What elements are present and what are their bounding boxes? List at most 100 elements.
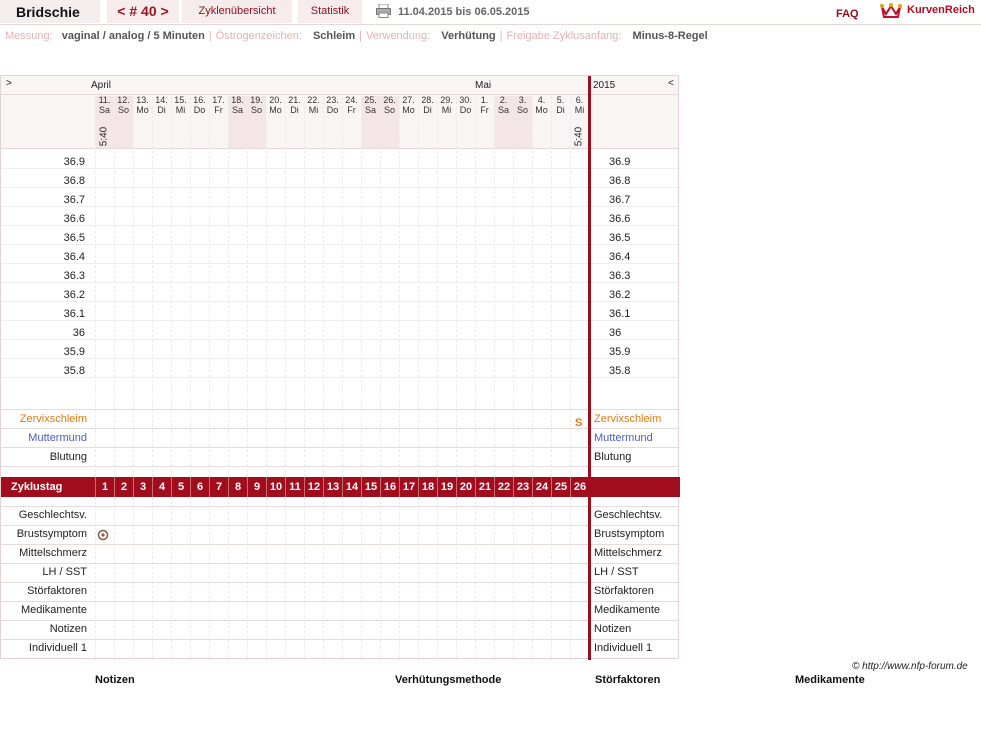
faq-link[interactable]: FAQ	[836, 8, 859, 20]
nav-forward-button[interactable]: >	[6, 78, 12, 89]
nav-back-button[interactable]: <	[668, 78, 674, 89]
day-gridline	[209, 497, 210, 658]
row-label-right: Geschlechtsv.	[594, 509, 663, 521]
temperature-gridline	[1, 244, 678, 245]
cycle-day-number[interactable]: 13	[323, 477, 342, 497]
temperature-label-right: 36.3	[609, 270, 631, 282]
day-header[interactable]: 6. Mi	[570, 95, 589, 115]
day-gridline	[399, 96, 400, 477]
day-header[interactable]: 11. Sa	[95, 95, 114, 115]
day-header[interactable]: 15. Mi	[171, 95, 190, 115]
day-gridline	[190, 96, 191, 477]
day-weekday: Di	[423, 104, 432, 115]
day-weekday: So	[117, 104, 129, 115]
day-header[interactable]: 14. Di	[152, 95, 171, 115]
cycle-day-number[interactable]: 2	[114, 477, 133, 497]
breast-symptom-icon[interactable]	[97, 529, 109, 541]
day-gridline	[171, 96, 172, 477]
cycle-day-number[interactable]: 9	[247, 477, 266, 497]
crown-logo-icon[interactable]	[880, 2, 902, 20]
cycles-overview-button[interactable]: Zyklenübersicht	[182, 0, 292, 23]
day-header[interactable]: 30. Do	[456, 95, 475, 115]
cycle-day-number[interactable]: 22	[494, 477, 513, 497]
cycle-day-number[interactable]: 7	[209, 477, 228, 497]
day-header[interactable]: 20. Mo	[266, 95, 285, 115]
day-gridline	[266, 497, 267, 658]
cycle-day-number[interactable]: 14	[342, 477, 361, 497]
cycle-day-number[interactable]: 10	[266, 477, 285, 497]
cycle-day-number[interactable]: 8	[228, 477, 247, 497]
row-divider	[1, 447, 678, 448]
row-label: Störfaktoren	[27, 585, 87, 597]
printer-icon[interactable]	[376, 4, 391, 18]
day-gridline	[361, 497, 362, 658]
day-weekday: Sa	[98, 104, 110, 115]
day-gridline	[247, 497, 248, 658]
day-gridline	[570, 96, 571, 477]
cycle-day-number[interactable]: 12	[304, 477, 323, 497]
measurement-label: Messung:	[5, 30, 53, 42]
cycle-day-number[interactable]: 3	[133, 477, 152, 497]
day-header[interactable]: 22. Mi	[304, 95, 323, 115]
day-weekday: Sa	[231, 104, 243, 115]
cycle-day-bar: Zyklustag 1 2 3 4 5 6 7 8 9 10 11 12 13 14 15 16 17 18 19 2…	[1, 477, 680, 497]
day-header[interactable]: 18. Sa	[228, 95, 247, 115]
measurement-time: 5:40	[98, 126, 110, 147]
day-gridline	[418, 96, 419, 477]
measurement-value: vaginal / analog / 5 Minuten	[61, 30, 205, 42]
day-header[interactable]: 1. Fr	[475, 95, 494, 115]
user-name: Bridschie	[0, 0, 100, 23]
day-header[interactable]: 24. Fr	[342, 95, 361, 115]
cycle-day-number[interactable]: 24	[532, 477, 551, 497]
cycle-day-number[interactable]: 20	[456, 477, 475, 497]
settings-line: Messung: vaginal / analog / 5 Minuten | Ös…	[5, 30, 708, 42]
day-header[interactable]: 12. So	[114, 95, 133, 115]
cycle-day-number[interactable]: 15	[361, 477, 380, 497]
day-weekday: Fr	[480, 104, 489, 115]
logo-text[interactable]: KurvenReich	[907, 4, 975, 16]
day-header[interactable]: 3. So	[513, 95, 532, 115]
day-header[interactable]: 21. Di	[285, 95, 304, 115]
row-divider	[1, 639, 678, 640]
day-header[interactable]: 5. Di	[551, 95, 570, 115]
cycle-day-number[interactable]: 18	[418, 477, 437, 497]
cycle-day-number[interactable]: 23	[513, 477, 532, 497]
row-label-right: Blutung	[594, 451, 632, 463]
cycle-nav-button[interactable]: < # 40 >	[107, 0, 179, 23]
cycle-day-number[interactable]: 17	[399, 477, 418, 497]
cycle-day-number[interactable]: 6	[190, 477, 209, 497]
day-header[interactable]: 2. Sa	[494, 95, 513, 115]
temperature-label-right: 36.7	[609, 194, 631, 206]
day-header[interactable]: 29. Mi	[437, 95, 456, 115]
day-header[interactable]: 13. Mo	[133, 95, 152, 115]
day-header[interactable]: 19. So	[247, 95, 266, 115]
cycle-day-number[interactable]: 4	[152, 477, 171, 497]
day-header[interactable]: 4. Mo	[532, 95, 551, 115]
temperature-gridline	[1, 301, 678, 302]
cycle-day-number[interactable]: 5	[171, 477, 190, 497]
day-gridline	[342, 497, 343, 658]
cervix-mark[interactable]: S	[575, 417, 582, 429]
copyright[interactable]: © http://www.nfp-forum.de	[852, 661, 968, 672]
cycle-day-number[interactable]: 26	[570, 477, 589, 497]
day-weekday: Mi	[308, 104, 319, 115]
cycle-day-number[interactable]: 1	[95, 477, 114, 497]
cycle-day-number[interactable]: 19	[437, 477, 456, 497]
day-header[interactable]: 25. Sa	[361, 95, 380, 115]
statistics-button[interactable]: Statistik	[298, 0, 362, 23]
day-header[interactable]: 28. Di	[418, 95, 437, 115]
day-weekday: Mo	[136, 104, 149, 115]
day-header[interactable]: 17. Fr	[209, 95, 228, 115]
day-header[interactable]: 16. Do	[190, 95, 209, 115]
cycle-day-number[interactable]: 11	[285, 477, 304, 497]
cycle-day-label: Zyklustag	[11, 481, 63, 493]
day-header[interactable]: 23. Do	[323, 95, 342, 115]
cycle-day-number[interactable]: 16	[380, 477, 399, 497]
day-gridline	[133, 96, 134, 477]
cycle-day-number[interactable]: 25	[551, 477, 570, 497]
day-header[interactable]: 27. Mo	[399, 95, 418, 115]
day-header[interactable]: 26. So	[380, 95, 399, 115]
row-divider	[1, 563, 678, 564]
temperature-label: 36.6	[63, 213, 85, 225]
cycle-day-number[interactable]: 21	[475, 477, 494, 497]
